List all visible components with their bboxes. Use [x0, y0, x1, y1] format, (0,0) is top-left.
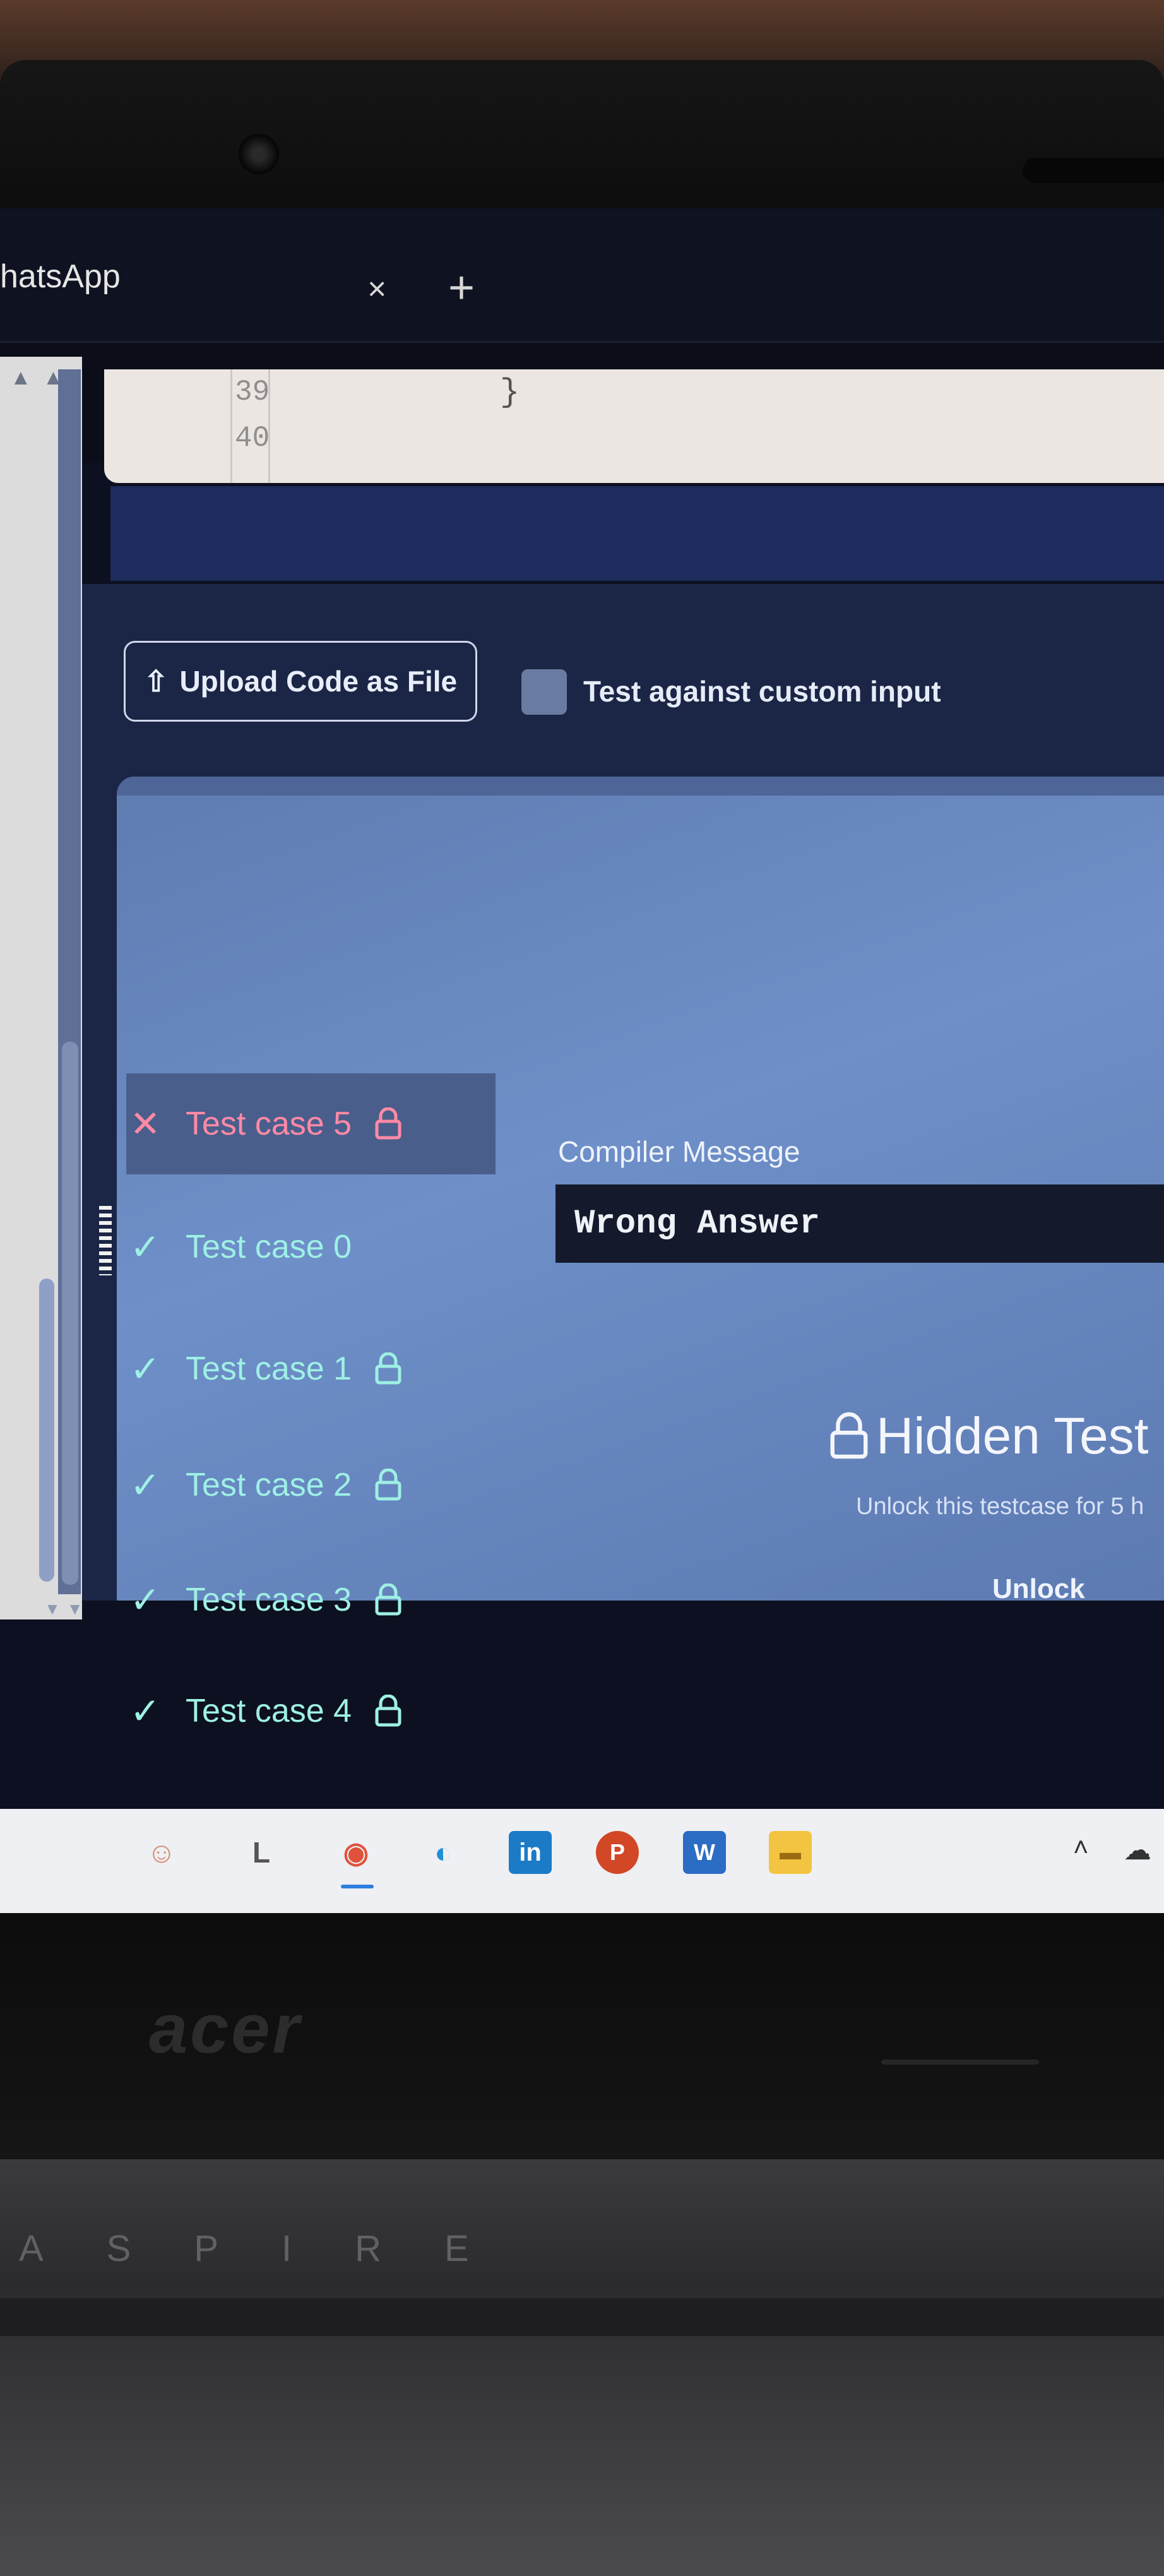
laptop-keyboard-deck: [0, 2159, 1164, 2576]
line-number: 40: [235, 422, 270, 455]
powerpoint-icon[interactable]: P: [596, 1831, 639, 1874]
bezel-groove: [881, 2060, 1039, 2065]
tab-close-icon[interactable]: ×: [367, 273, 386, 306]
test-case-label: Test case 1: [186, 1351, 352, 1387]
pass-check-icon: ✓: [129, 1465, 161, 1506]
editor-gutter-divider: [230, 369, 232, 483]
active-app-indicator: [341, 1885, 374, 1888]
lock-icon: [375, 1352, 401, 1385]
lock-icon: [375, 1695, 401, 1727]
test-case-0[interactable]: ✓ Test case 0: [126, 1196, 496, 1297]
panel-resize-handle[interactable]: [99, 1206, 112, 1275]
code-line[interactable]: }: [500, 374, 520, 411]
custom-input-checkbox[interactable]: [521, 669, 567, 715]
tab-title[interactable]: hatsApp: [0, 258, 121, 295]
browser-tab-bar: hatsApp × +: [0, 208, 1164, 341]
file-explorer-icon[interactable]: ▬: [769, 1831, 812, 1874]
acer-logo: acer: [149, 1990, 302, 2068]
webcam: [239, 134, 279, 174]
test-case-1[interactable]: ✓ Test case 1: [126, 1318, 496, 1419]
pass-check-icon: ✓: [129, 1691, 161, 1732]
tray-chevron-icon[interactable]: ˄: [1073, 1832, 1089, 1863]
lock-icon: [375, 1583, 401, 1616]
scrollbar-thumb-secondary[interactable]: [39, 1279, 54, 1582]
upload-code-label: Upload Code as File: [179, 665, 458, 698]
new-tab-icon[interactable]: +: [448, 265, 475, 311]
scroll-down-icons[interactable]: ▼▼: [44, 1599, 89, 1619]
test-case-label: Test case 4: [186, 1693, 352, 1729]
aspire-lettering: ASPIRE: [19, 2228, 532, 2269]
test-case-label: Test case 5: [186, 1106, 352, 1142]
onedrive-icon[interactable]: ☁: [1124, 1834, 1151, 1866]
upload-code-button[interactable]: ⇧ Upload Code as File: [124, 641, 477, 722]
compiler-message-label: Compiler Message: [558, 1135, 800, 1168]
unlock-button[interactable]: Unlock: [992, 1573, 1085, 1605]
linkedin-icon[interactable]: in: [509, 1831, 552, 1874]
l-app-icon[interactable]: L: [240, 1831, 283, 1874]
edge-icon[interactable]: ◐: [422, 1831, 465, 1874]
fail-x-icon: ✕: [129, 1104, 161, 1145]
word-icon[interactable]: W: [683, 1831, 726, 1874]
hidden-test-subtitle: Unlock this testcase for 5 h: [856, 1493, 1144, 1520]
test-case-label: Test case 3: [186, 1582, 352, 1618]
hinge-strip: [0, 2298, 1164, 2336]
hidden-test-heading: Hidden Test: [827, 1407, 1149, 1466]
line-number: 39: [235, 376, 270, 408]
test-case-label: Test case 0: [186, 1229, 352, 1265]
test-case-4[interactable]: ✓ Test case 4: [126, 1661, 496, 1762]
user-avatar-icon[interactable]: ☺: [140, 1831, 183, 1874]
test-case-3[interactable]: ✓ Test case 3: [126, 1549, 496, 1650]
lock-icon: [375, 1107, 401, 1140]
left-scroll-column: ▲▲ ▼▼: [0, 357, 83, 1619]
scrollbar-thumb[interactable]: [62, 1042, 78, 1585]
chrome-icon[interactable]: ◉: [335, 1831, 377, 1874]
test-case-2[interactable]: ✓ Test case 2: [126, 1434, 496, 1535]
test-case-label: Test case 2: [186, 1467, 352, 1503]
upload-icon: ⇧: [143, 665, 169, 698]
hidden-test-title: Hidden Test: [876, 1407, 1149, 1465]
custom-input-label[interactable]: Test against custom input: [583, 674, 941, 708]
laptop-top-bezel: [0, 60, 1164, 230]
pass-check-icon: ✓: [129, 1349, 161, 1390]
lock-icon: [830, 1412, 868, 1459]
results-panel-header: [117, 777, 1164, 796]
bezel-slot: [1023, 158, 1164, 183]
compiler-message-text: Wrong Answer: [574, 1205, 820, 1243]
pass-check-icon: ✓: [129, 1227, 161, 1268]
pass-check-icon: ✓: [129, 1580, 161, 1621]
test-case-5[interactable]: ✕ Test case 5: [126, 1073, 496, 1174]
editor-footer-bar: [110, 486, 1164, 581]
lock-icon: [375, 1469, 401, 1501]
